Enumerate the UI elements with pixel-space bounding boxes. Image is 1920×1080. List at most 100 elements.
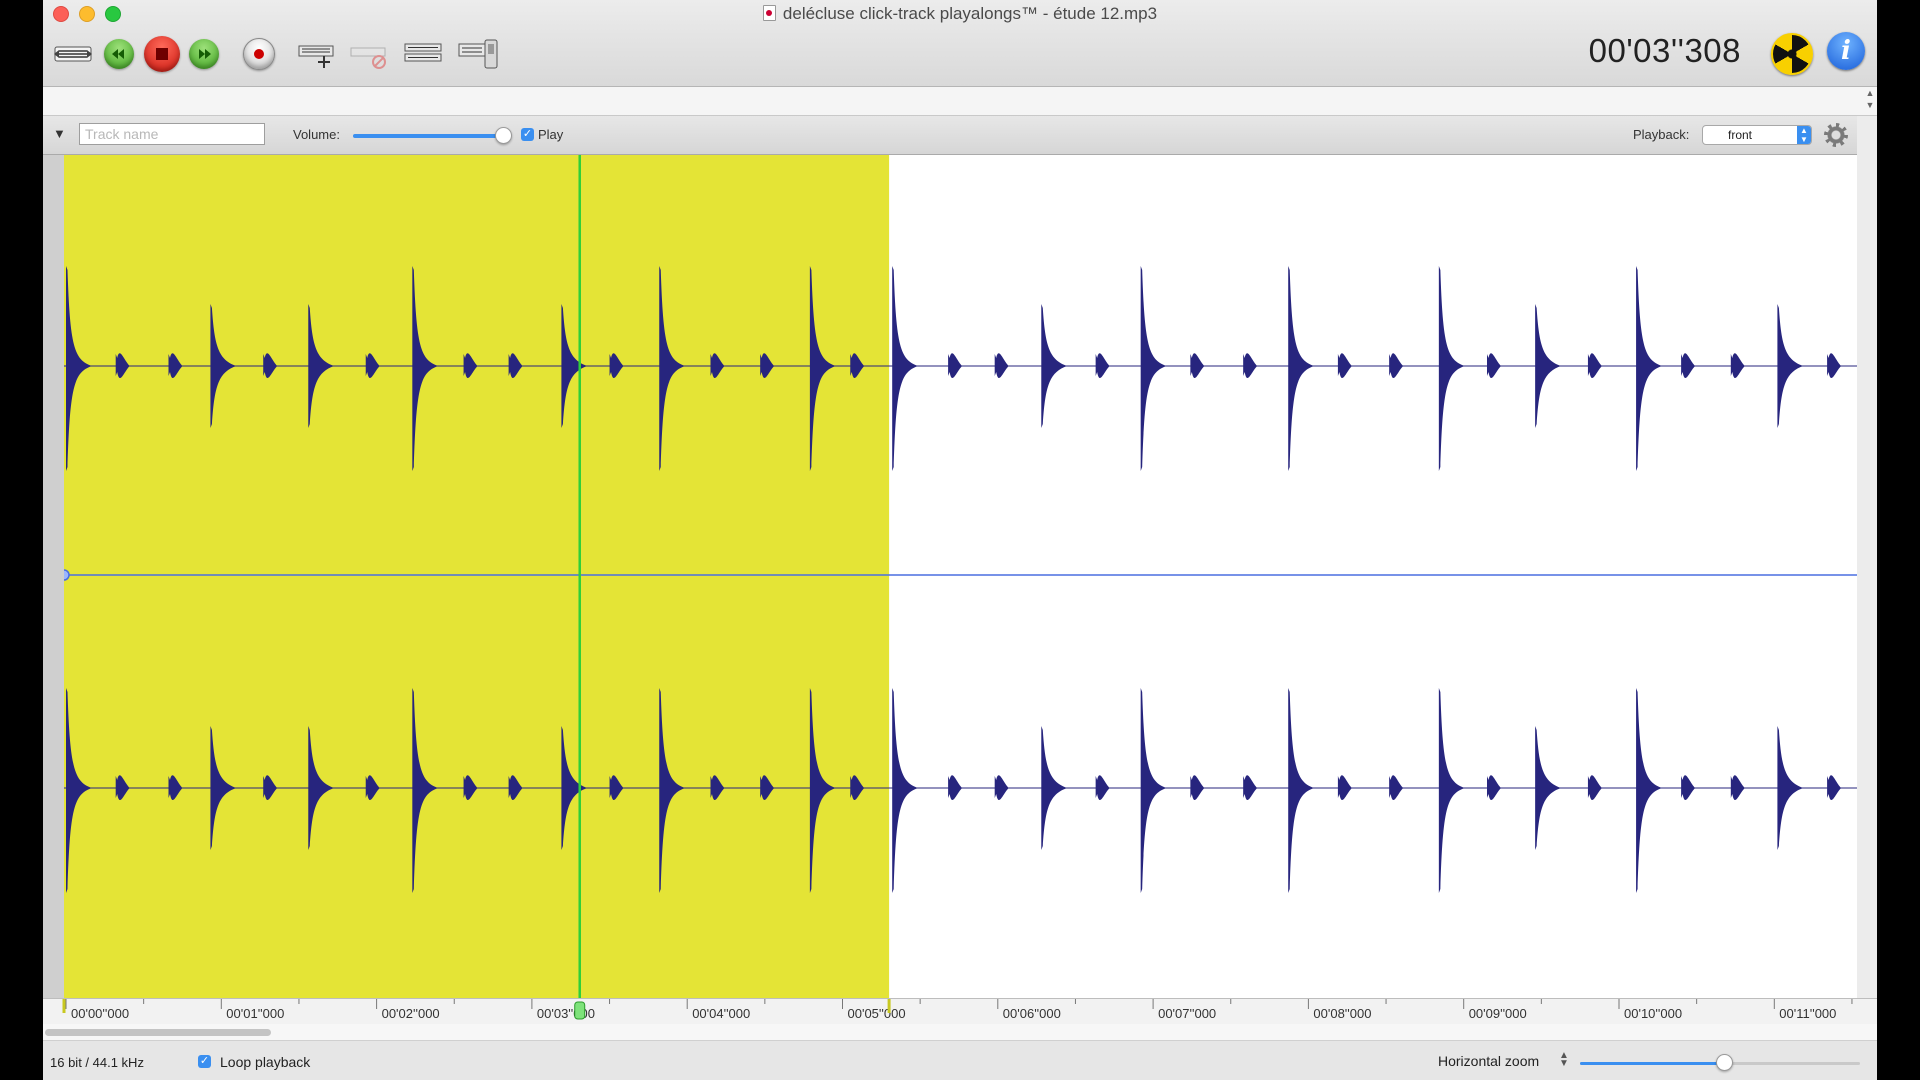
- click-peak: [1486, 353, 1501, 379]
- record-button[interactable]: [241, 36, 277, 72]
- ruler-label: 00'10''000: [1624, 1006, 1682, 1021]
- click-peak: [1243, 353, 1258, 379]
- play-checkbox[interactable]: ✓: [521, 128, 534, 141]
- export-button[interactable]: [457, 36, 501, 72]
- remove-marker-icon: [350, 47, 386, 69]
- click-peak: [948, 775, 963, 801]
- zoom-slider-fill: [1580, 1062, 1718, 1065]
- volume-slider-track[interactable]: [353, 134, 510, 138]
- stop-icon: [144, 36, 180, 72]
- title-bar: delécluse click-track playalongs™ - étud…: [43, 0, 1877, 87]
- disclosure-triangle-icon[interactable]: ▼: [53, 126, 66, 141]
- play-label: Play: [538, 127, 564, 142]
- marker-strip: ▲ ▼: [43, 87, 1877, 116]
- divider-handle: [64, 569, 70, 581]
- ruler-label: 00'00''000: [71, 1006, 129, 1021]
- add-marker-icon: [298, 45, 334, 68]
- click-peak: [1827, 775, 1842, 801]
- add-marker-button[interactable]: [297, 36, 337, 72]
- click-peak: [1636, 266, 1663, 471]
- click-peak: [1681, 353, 1696, 379]
- export-icon: [458, 39, 498, 69]
- track-header: ▼ Volume: ✓ Play Playback: front ▲▼: [43, 116, 1857, 155]
- window-title-text: delécluse click-track playalongs™ - étud…: [782, 4, 1158, 23]
- playback-label: Playback:: [1633, 127, 1690, 142]
- click-peak: [892, 688, 919, 893]
- track-settings-button[interactable]: [403, 36, 443, 72]
- loop-playback-checkbox[interactable]: ✓: [198, 1055, 211, 1068]
- click-peak: [1095, 353, 1110, 379]
- strip-scroll-arrows[interactable]: ▲ ▼: [1863, 87, 1877, 115]
- rewind-button[interactable]: [101, 36, 137, 72]
- waveform-view[interactable]: [43, 155, 1857, 998]
- zoom-stepper-icon[interactable]: ▲ ▼: [1559, 1051, 1569, 1069]
- mp3-document-icon: [762, 5, 776, 21]
- ruler-label: 00'04''000: [692, 1006, 750, 1021]
- click-peak: [1190, 775, 1205, 801]
- ruler-label: 00'11''000: [1779, 1006, 1836, 1021]
- scrollbar-thumb[interactable]: [45, 1029, 271, 1036]
- click-peak: [1777, 304, 1804, 428]
- click-peak: [1535, 304, 1562, 428]
- click-peak: [994, 775, 1009, 801]
- click-peak: [1438, 266, 1465, 471]
- fast-forward-icon: [189, 39, 219, 69]
- time-display: 00'03''308: [1588, 32, 1741, 69]
- click-peak: [1337, 353, 1352, 379]
- selection-region: [64, 155, 890, 998]
- click-peak: [1243, 775, 1258, 801]
- audio-editor-window: delécluse click-track playalongs™ - étud…: [43, 0, 1877, 1080]
- click-peak: [1438, 688, 1465, 893]
- playback-select[interactable]: front ▲ ▼: [1702, 125, 1812, 145]
- waveform-canvas[interactable]: [64, 155, 1857, 998]
- stop-button[interactable]: [142, 34, 182, 74]
- record-icon: [243, 38, 275, 70]
- click-peak: [1535, 726, 1562, 850]
- click-peak: [1041, 726, 1068, 850]
- click-peak: [1041, 304, 1068, 428]
- click-peak: [1636, 688, 1663, 893]
- click-peak: [1337, 775, 1352, 801]
- click-peak: [994, 353, 1009, 379]
- click-peak: [1681, 775, 1696, 801]
- marker-list-button[interactable]: [53, 36, 93, 72]
- click-peak: [1777, 726, 1804, 850]
- click-peak: [1486, 775, 1501, 801]
- click-peak: [1389, 353, 1404, 379]
- volume-slider-knob[interactable]: [495, 127, 512, 144]
- click-peak: [1190, 353, 1205, 379]
- ruler-label: 00'07''000: [1158, 1006, 1216, 1021]
- click-peak: [948, 353, 963, 379]
- status-bar: 16 bit / 44.1 kHz ✓ Loop playback Horizo…: [43, 1041, 1877, 1080]
- click-peak: [1140, 266, 1167, 471]
- remove-marker-button[interactable]: [349, 36, 389, 72]
- click-peak: [892, 266, 919, 471]
- gear-icon[interactable]: [1824, 123, 1848, 147]
- tracks-icon: [404, 43, 442, 62]
- click-peak: [1730, 353, 1745, 379]
- fast-forward-button[interactable]: [186, 36, 222, 72]
- zoom-slider-knob[interactable]: [1716, 1054, 1733, 1071]
- ruler-label: 00'05''000: [848, 1006, 906, 1021]
- click-peak: [1730, 775, 1745, 801]
- click-peak: [1288, 688, 1315, 893]
- radiation-icon[interactable]: [1771, 33, 1813, 75]
- horizontal-scrollbar[interactable]: [43, 1024, 1877, 1041]
- click-peak: [1827, 353, 1842, 379]
- ruler-label: 00'09''000: [1469, 1006, 1527, 1021]
- time-ruler[interactable]: 00'00''000 00'01''000 00'02''000 00'03''000…: [43, 998, 1877, 1025]
- click-peak: [1389, 775, 1404, 801]
- track-gutter: [43, 155, 65, 998]
- click-peak: [1140, 688, 1167, 893]
- select-arrows-icon: ▲ ▼: [1797, 126, 1811, 144]
- ruler-label: 00'08''000: [1313, 1006, 1371, 1021]
- window-title: delécluse click-track playalongs™ - étud…: [43, 4, 1877, 24]
- info-icon[interactable]: i: [1827, 32, 1865, 70]
- playhead-marker: [574, 1001, 586, 1020]
- click-peak: [1095, 775, 1110, 801]
- rewind-icon: [104, 39, 134, 69]
- ruler-label: 00'03''000: [537, 1006, 595, 1021]
- click-peak: [1587, 353, 1602, 379]
- track-name-input[interactable]: [79, 123, 265, 145]
- ruler-label: 00'06''000: [1003, 1006, 1061, 1021]
